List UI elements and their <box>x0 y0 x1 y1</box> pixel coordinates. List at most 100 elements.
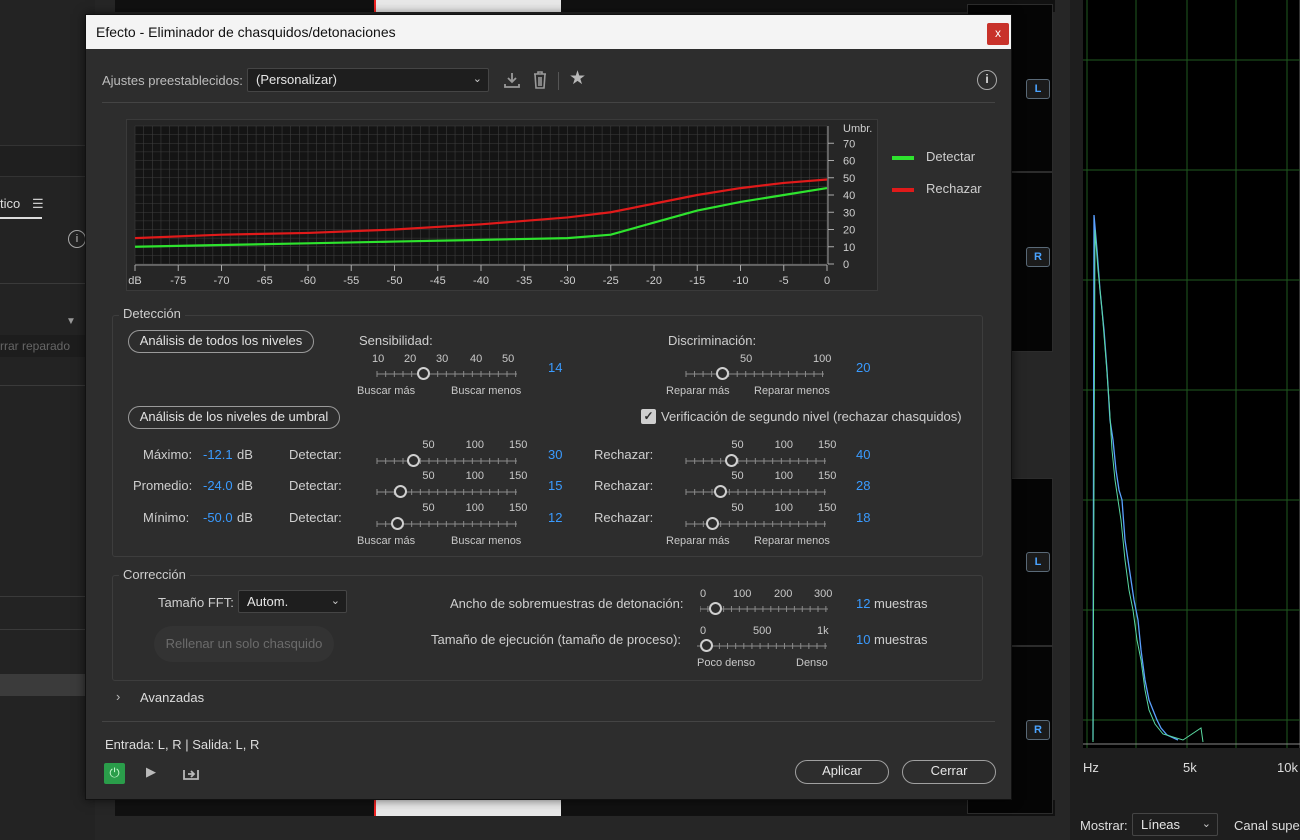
reject-label: Rechazar: <box>594 510 654 525</box>
scale-tick: 150 <box>509 502 528 514</box>
detect-value[interactable]: 30 <box>548 447 562 462</box>
disc-left-label: Reparar más <box>666 385 730 397</box>
threshold-graph[interactable]: dB -75 -70 -65 -60 -55 -50 -45 -40 -35 -30 -25 -20 -1… <box>126 119 878 291</box>
sensitivity-value[interactable]: 14 <box>548 360 562 375</box>
apply-button[interactable]: Aplicar <box>795 760 889 784</box>
detect-slider[interactable] <box>361 515 517 531</box>
slider-thumb[interactable] <box>715 367 729 380</box>
scale-tick: 50 <box>731 470 744 482</box>
show-select[interactable]: Líneas ⌄ <box>1132 813 1218 836</box>
chevron-right-icon[interactable]: › <box>116 689 120 704</box>
pop-value[interactable]: 12 <box>856 596 870 611</box>
second-level-checkbox[interactable]: ✓ <box>641 409 656 424</box>
scale-tick: 100 <box>465 470 485 482</box>
fill-single-click-button[interactable]: Rellenar un solo chasquido <box>154 626 334 662</box>
discrimination-value[interactable]: 20 <box>856 360 870 375</box>
channel-label: Canal super <box>1234 818 1300 833</box>
close-icon[interactable]: x <box>987 23 1009 45</box>
fft-label: Tamaño FFT: <box>158 595 234 610</box>
x-tick-label: -55 <box>343 275 359 287</box>
reject-value[interactable]: 40 <box>856 447 870 462</box>
run-tick: 1k <box>817 625 829 637</box>
x-tick-label: -60 <box>300 275 316 287</box>
threshold-levels-button[interactable]: Análisis de los niveles de umbral <box>128 406 340 429</box>
level-value[interactable]: -50.0 <box>203 510 233 525</box>
level-label: Máximo: <box>143 447 193 462</box>
slider-thumb[interactable] <box>724 454 738 467</box>
io-label: Entrada: L, R | Salida: L, R <box>105 737 260 752</box>
panel-row-selected <box>0 674 95 696</box>
slider-ticks <box>376 489 517 495</box>
scale-tick: 100 <box>774 502 794 514</box>
slider-thumb[interactable] <box>708 602 722 615</box>
x-tick-label: -65 <box>257 275 273 287</box>
level-value[interactable]: -12.1 <box>203 447 233 462</box>
show-label: Mostrar: <box>1080 818 1128 833</box>
y-tick-label: 40 <box>843 190 855 202</box>
reject-label: Rechazar: <box>594 447 654 462</box>
scale-tick: 100 <box>774 439 794 451</box>
detect-value[interactable]: 12 <box>548 510 562 525</box>
run-size-label: Tamaño de ejecución (tamaño de proceso): <box>431 632 682 647</box>
pop-tick: 200 <box>774 588 793 600</box>
x-tick-label: -70 <box>214 275 230 287</box>
chevron-down-icon[interactable]: ▼ <box>66 316 76 327</box>
divider <box>0 283 95 284</box>
channel-l-button[interactable]: L <box>1026 79 1050 99</box>
pop-oversample-label: Ancho de sobremuestras de detonación: <box>450 596 684 611</box>
disc-tick: 100 <box>813 353 832 365</box>
channel-l-button[interactable]: L <box>1026 552 1050 572</box>
chevron-down-icon: ⌄ <box>1201 818 1211 830</box>
channel-r-button[interactable]: R <box>1026 720 1050 740</box>
power-icon[interactable]: ⏻ <box>104 763 125 784</box>
y-tick-label: 20 <box>843 225 855 237</box>
pop-oversample-slider[interactable] <box>699 600 828 616</box>
slider-ticks <box>685 458 826 464</box>
detect-value[interactable]: 15 <box>548 478 562 493</box>
run-size-slider[interactable] <box>694 637 827 653</box>
slider-thumb[interactable] <box>394 485 407 498</box>
info-icon[interactable]: i <box>977 70 997 90</box>
reject-right-label: Reparar menos <box>754 535 830 547</box>
all-levels-button[interactable]: Análisis de todos los niveles <box>128 330 314 353</box>
presets-select[interactable]: (Personalizar) ⌄ <box>247 68 489 92</box>
loop-export-icon[interactable] <box>181 764 201 782</box>
timeline-strip-bottom <box>115 800 1055 816</box>
reject-slider[interactable] <box>670 452 826 468</box>
y-tick-label: 10 <box>843 242 855 254</box>
advanced-toggle[interactable]: Avanzadas <box>140 690 204 705</box>
detect-slider[interactable] <box>361 452 517 468</box>
dialog-titlebar[interactable]: Efecto - Eliminador de chasquidos/detona… <box>86 15 1011 49</box>
reject-slider[interactable] <box>670 515 826 531</box>
left-panel: tico ☰ i ▼ rrar reparado <box>0 0 95 840</box>
trash-icon[interactable] <box>531 69 549 91</box>
playhead-top[interactable] <box>374 0 376 12</box>
reject-value[interactable]: 18 <box>856 510 870 525</box>
slider-ticks <box>685 371 824 377</box>
divider <box>558 72 559 90</box>
slider-thumb[interactable] <box>705 517 719 530</box>
info-icon[interactable]: i <box>68 230 86 248</box>
slider-thumb[interactable] <box>407 454 420 467</box>
star-icon[interactable]: ★ <box>569 67 586 90</box>
channel-r-button[interactable]: R <box>1026 247 1050 267</box>
level-label: Mínimo: <box>143 510 190 525</box>
detect-slider[interactable] <box>361 483 517 499</box>
threshold-chart[interactable]: dB -75 -70 -65 -60 -55 -50 -45 -40 -35 -30 -25 -20 -1… <box>127 120 879 292</box>
reject-slider[interactable] <box>670 483 826 499</box>
level-value[interactable]: -24.0 <box>203 478 233 493</box>
run-value[interactable]: 10 <box>856 632 870 647</box>
fft-select[interactable]: Autom. ⌄ <box>238 590 347 613</box>
scale-tick: 100 <box>465 502 485 514</box>
play-icon[interactable]: ▶ <box>146 764 156 780</box>
panel-tab[interactable]: tico <box>0 196 20 211</box>
close-button[interactable]: Cerrar <box>902 760 996 784</box>
repair-button[interactable]: rrar reparado <box>0 335 95 357</box>
menu-icon[interactable]: ☰ <box>32 196 44 212</box>
sensitivity-slider[interactable] <box>361 365 517 381</box>
playhead[interactable] <box>374 800 376 816</box>
save-preset-icon[interactable] <box>502 70 522 90</box>
spectrum-plot <box>1083 0 1300 748</box>
reject-value[interactable]: 28 <box>856 478 870 493</box>
discrimination-slider[interactable] <box>670 365 826 381</box>
